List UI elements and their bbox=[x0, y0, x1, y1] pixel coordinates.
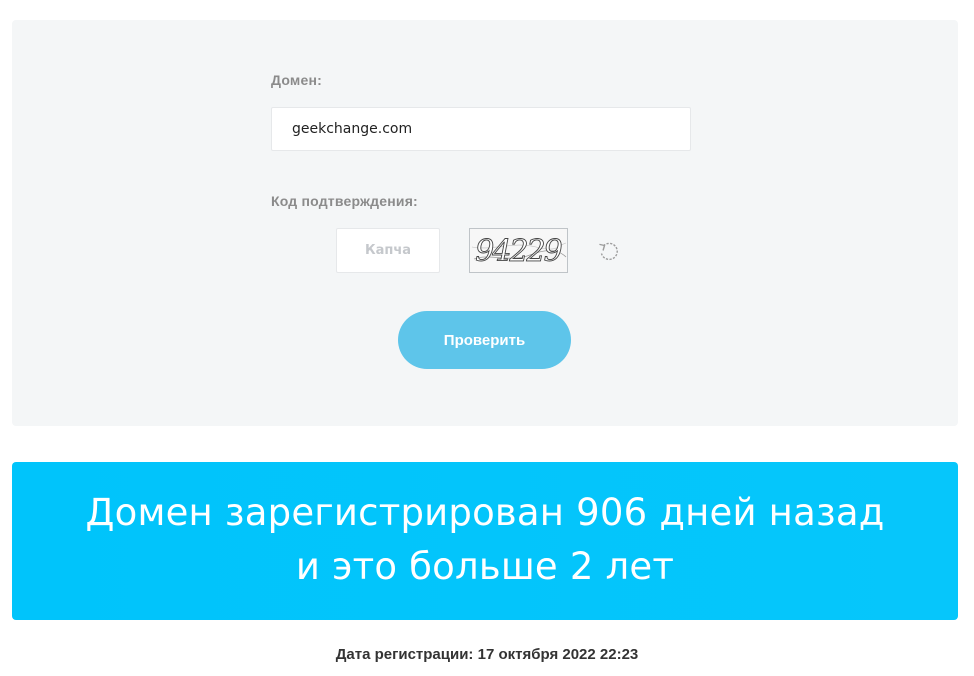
check-button[interactable]: Проверить bbox=[398, 311, 571, 369]
captcha-input[interactable] bbox=[336, 228, 440, 273]
result-line-1: Домен зарегистрирован 906 дней назад bbox=[85, 491, 885, 534]
refresh-icon[interactable] bbox=[597, 239, 621, 263]
registration-date: Дата регистрации: 17 октября 2022 22:23 bbox=[335, 646, 639, 663]
domain-check-form: Домен: Код подтверждения: 94229 Проверит… bbox=[12, 20, 958, 426]
result-banner: Домен зарегистрирован 906 дней назад и э… bbox=[12, 462, 958, 620]
result-line-2: и это больше 2 лет bbox=[295, 545, 675, 588]
domain-label: Домен: bbox=[271, 72, 322, 88]
captcha-text: 94229 bbox=[475, 234, 562, 269]
captcha-image: 94229 bbox=[469, 228, 568, 273]
domain-input[interactable] bbox=[271, 107, 691, 151]
captcha-label: Код подтверждения: bbox=[271, 193, 418, 209]
